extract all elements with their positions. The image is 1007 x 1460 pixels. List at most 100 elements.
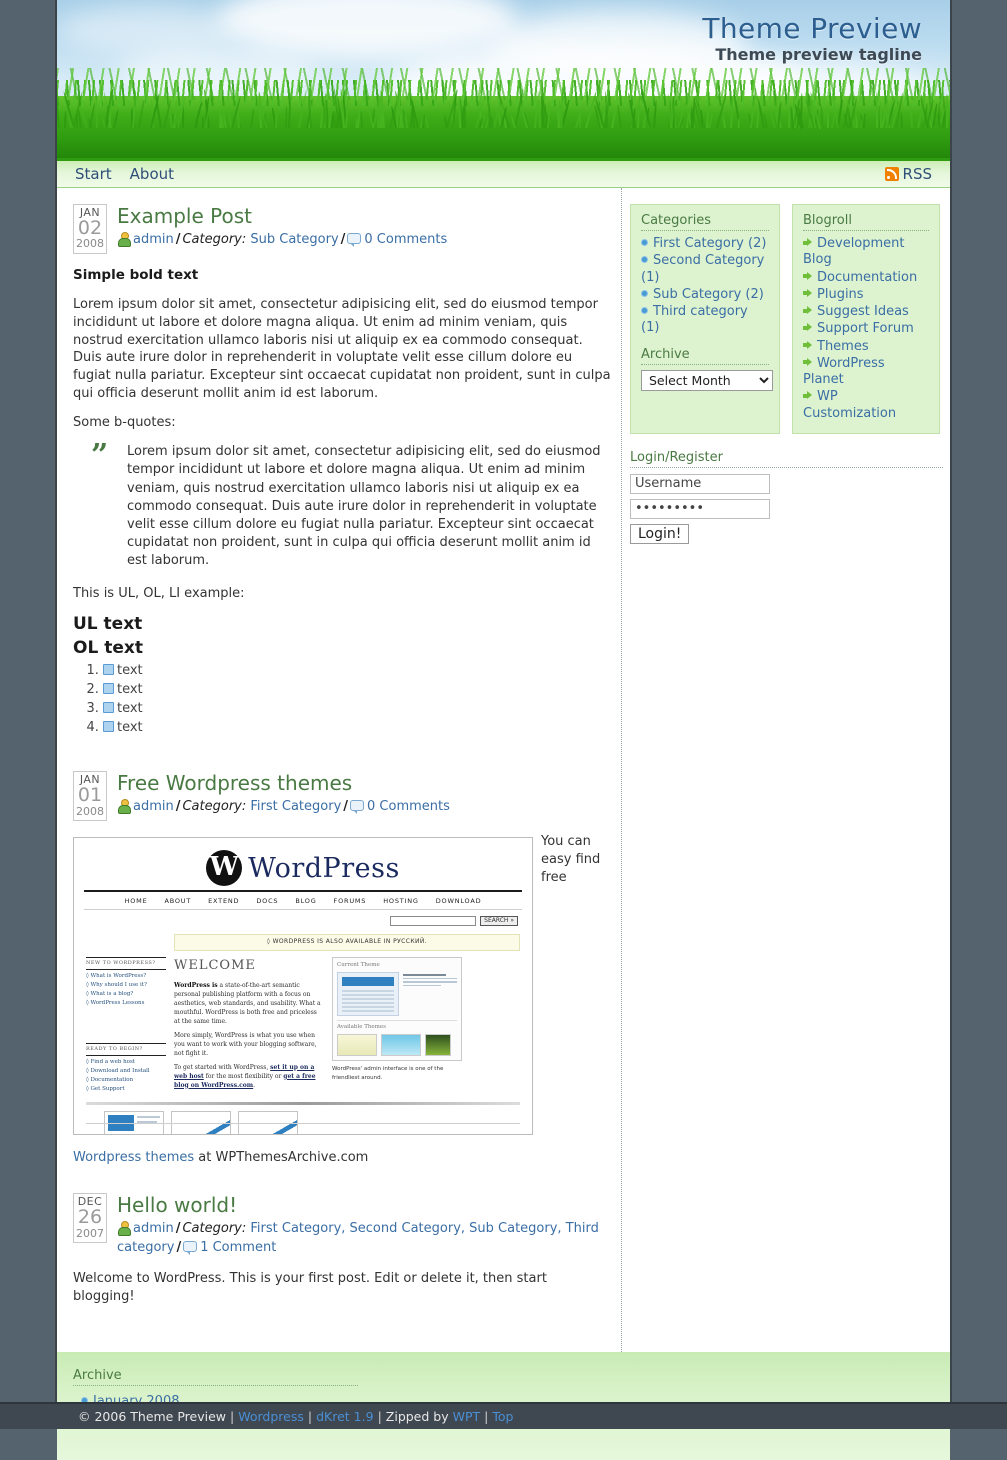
blogroll-link[interactable]: Development Blog [803,236,905,267]
blogroll-link[interactable]: WP Customization [803,389,896,420]
nav-item-start[interactable]: Start [75,165,112,183]
blogroll-link[interactable]: Themes [817,339,869,354]
footer-link-wpt[interactable]: WPT [453,1409,481,1424]
wp-paragraph-2: More simply, WordPress is what you use w… [174,1031,324,1058]
date-year: 2007 [74,1228,106,1240]
wp-paragraph-1: WordPress is a state-of-the-art semantic… [174,981,324,1026]
caption-link[interactable]: Wordpress themes [73,1150,194,1165]
grass-blade [946,94,948,128]
footer-archive-title: Archive [73,1368,358,1386]
category-link[interactable]: Second Category (1) [641,253,764,284]
login-button[interactable]: Login! [630,524,689,544]
post-meta: admin / Category: First Category, Second C… [117,1220,611,1258]
post-comments-link[interactable]: 0 Comments [364,232,447,247]
blockquote-text: Lorem ipsum dolor sit amet, consectetur … [127,444,601,568]
rss-link[interactable]: RSS [885,165,950,183]
list-item: Support Forum [803,321,929,337]
post-categories[interactable]: Sub Category [250,232,338,247]
post-date: DEC 26 2007 [73,1193,107,1243]
grass-blade [547,101,551,128]
post-image-caption: Wordpress themes at WPThemesArchive.com [73,1141,611,1167]
post-paragraph: Welcome to WordPress. This is your first… [73,1270,611,1306]
widget-categories: Categories First Category (2) Second Cat… [630,204,780,434]
post-title-link[interactable]: Hello world! [117,1193,237,1217]
grass-blade [863,113,866,128]
category-link[interactable]: Sub Category (2) [653,287,764,302]
wp-p3-pre: To get started with WordPress, [174,1064,270,1071]
post-hello-world: DEC 26 2007 Hello world! admin / Category:… [73,1193,611,1306]
rss-label: RSS [903,165,932,183]
grass-blade [900,112,903,128]
footer-link-wordpress[interactable]: Wordpress [238,1409,304,1424]
grass-blade [360,111,363,128]
post-categories[interactable]: First Category [250,799,341,814]
separator: | [226,1409,238,1424]
grass-blade [909,103,913,128]
separator: | [374,1409,386,1424]
list-item: Third category (1) [641,304,769,337]
wp-sidebar-col: NEW TO WORDPRESS? ◊ What is WordPress? ◊… [86,957,166,1095]
arrow-right-icon [803,272,813,281]
grass-blade [404,114,408,128]
user-icon [117,1221,130,1234]
grass-blade [298,89,307,128]
site-wrapper: Theme Preview Theme preview tagline Star… [55,0,952,1429]
date-day: 01 [74,786,106,806]
bullet-dot-icon [641,307,648,314]
meta-separator: / [341,799,350,814]
post-comments-link[interactable]: 0 Comments [367,799,450,814]
main-navigation: Start About RSS [57,158,950,188]
widget-title-login: Login/Register [630,450,943,468]
grass-blade [827,107,829,128]
post-title: Example Post [117,205,611,227]
blogroll-link[interactable]: Support Forum [817,321,914,336]
post-comments-link[interactable]: 1 Comment [200,1240,276,1255]
footer-link-theme[interactable]: dKret 1.9 [316,1409,373,1424]
category-link[interactable]: Third category (1) [641,304,748,335]
copyright-bar: © 2006 Theme Preview | Wordpress | dKret 1.9… [0,1402,1007,1429]
username-input[interactable] [630,474,770,494]
nav-links: Start About [57,165,174,183]
ordered-list: text text text text [79,662,611,737]
category-label: Category: [182,1221,246,1236]
blogroll-list: Development Blog Documentation Plugins S… [803,236,929,422]
list-item: First Category (2) [641,236,769,252]
sidebar: Categories First Category (2) Second Cat… [621,188,950,1352]
post-title: Free Wordpress themes [117,772,611,794]
list-item: Plugins [803,287,929,303]
post-body: W WordPress HOME ABOUT EXTEND DOCS BLOG [73,833,611,1167]
post-author[interactable]: admin [133,799,174,814]
grass-blade [132,90,137,128]
blogroll-link[interactable]: WordPress Planet [803,356,885,387]
wp-col-head: NEW TO WORDPRESS? [86,957,166,970]
wp-theme-swatch [381,1034,421,1056]
wp-nav-item: FORUMS [334,897,367,906]
post-title-link[interactable]: Example Post [117,204,252,228]
date-year: 2008 [74,806,106,818]
archive-month-select[interactable]: Select Month [641,370,773,391]
password-input[interactable] [630,499,770,519]
rss-icon [885,167,899,181]
embedded-screenshot-wrapper[interactable]: W WordPress HOME ABOUT EXTEND DOCS BLOG [73,837,533,1135]
post-header-right: Free Wordpress themes admin / Category: Fi… [117,771,611,817]
site-header-banner: Theme Preview Theme preview tagline [57,0,950,158]
post-blockquote: ” Lorem ipsum dolor sit amet, consectetu… [91,443,611,570]
blogroll-link[interactable]: Plugins [817,287,864,302]
wp-col-link: ◊ Download and Install [86,1068,166,1076]
post-author[interactable]: admin [133,1221,174,1236]
list-item-label: text [117,701,143,716]
grass-blade [320,110,323,128]
post-author[interactable]: admin [133,232,174,247]
category-link[interactable]: First Category (2) [653,236,766,251]
list-item-label: text [117,720,143,735]
blogroll-link[interactable]: Documentation [817,270,917,285]
nav-item-about[interactable]: About [130,165,174,183]
post-title-link[interactable]: Free Wordpress themes [117,771,352,795]
wp-col-link: ◊ What is WordPress? [86,973,166,981]
wp-paragraph-3: To get started with WordPress, set it up… [174,1063,324,1090]
wp-nav-item: EXTEND [208,897,239,906]
blogroll-link[interactable]: Suggest Ideas [817,304,909,319]
footer-link-top[interactable]: Top [492,1409,513,1424]
list-intro: This is UL, OL, LI example: [73,585,611,603]
zipped-by-label: Zipped by [386,1409,449,1424]
